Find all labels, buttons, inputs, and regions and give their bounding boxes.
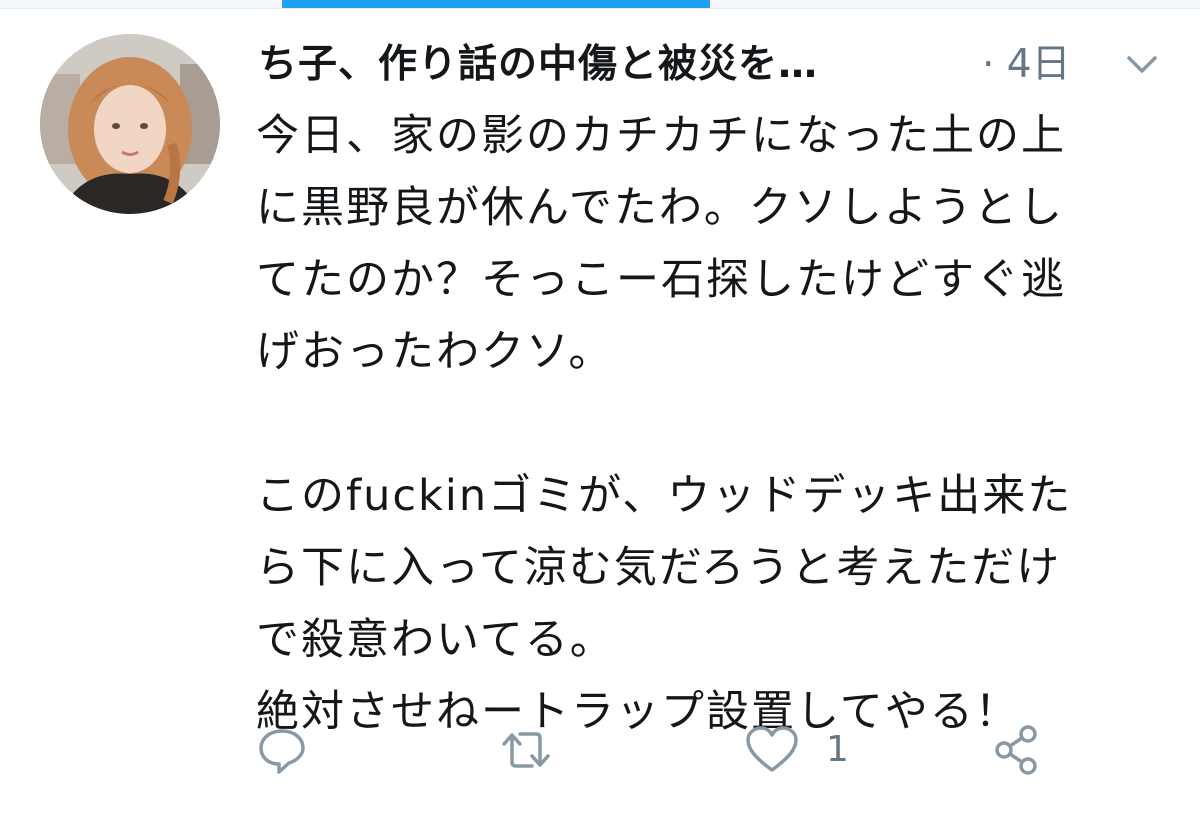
retweet-icon xyxy=(494,724,558,776)
reply-bubble-icon xyxy=(256,724,308,776)
tweet-actions: 1 xyxy=(256,720,1056,786)
share-button[interactable] xyxy=(990,720,1046,780)
heart-icon xyxy=(744,724,800,776)
like-count: 1 xyxy=(826,729,849,770)
reply-button[interactable] xyxy=(256,720,308,780)
tweet-text: 今日、家の影のカチカチになった土の上 に黒野良が休んでたわ。クソしようとし てた… xyxy=(256,111,1073,737)
retweet-button[interactable] xyxy=(494,720,558,780)
display-name[interactable]: ち子、作り話の中傷と被災を… xyxy=(258,38,818,92)
avatar[interactable] xyxy=(40,34,220,214)
share-icon xyxy=(990,722,1046,778)
timestamp[interactable]: · 4日 xyxy=(982,38,1071,92)
active-tab-indicator xyxy=(282,0,710,8)
chevron-down-icon[interactable] xyxy=(1124,50,1160,80)
tweet-header: ち子、作り話の中傷と被災を… · 4日 xyxy=(258,30,1178,100)
like-button[interactable]: 1 xyxy=(744,720,849,780)
